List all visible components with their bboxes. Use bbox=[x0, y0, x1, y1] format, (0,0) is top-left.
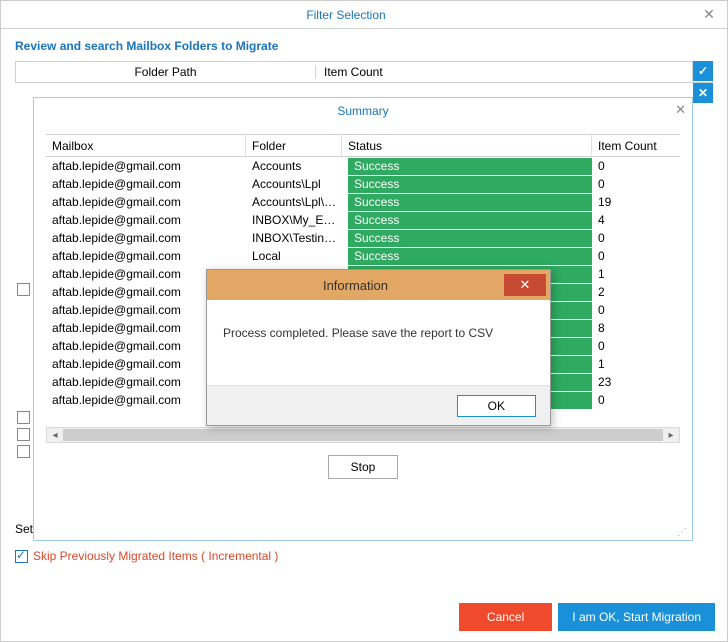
table-row[interactable]: aftab.lepide@gmail.comINBOX\Testing M Suc… bbox=[46, 229, 680, 247]
cell-count: 0 bbox=[592, 339, 680, 353]
resize-grip-icon[interactable]: ⋰ bbox=[677, 530, 688, 536]
table-row[interactable]: aftab.lepide@gmail.comLocal Success0 bbox=[46, 247, 680, 265]
skip-migrated-label: Skip Previously Migrated Items ( Increme… bbox=[33, 549, 278, 563]
scroll-right-icon[interactable]: ▸ bbox=[663, 430, 679, 441]
information-dialog: Information ✕ Process completed. Please … bbox=[206, 269, 551, 426]
cell-folder: INBOX\My_Emails bbox=[246, 213, 342, 227]
info-title: Information bbox=[207, 278, 504, 293]
status-badge: Success bbox=[348, 194, 592, 211]
horizontal-scrollbar[interactable]: ◂ ▸ bbox=[46, 427, 680, 443]
filter-dialog-title: Filter Selection bbox=[1, 8, 691, 22]
status-badge: Success bbox=[348, 248, 592, 265]
cell-folder: Accounts\Lpl\N... bbox=[246, 195, 342, 209]
summary-grid-header: Mailbox Folder Status Item Count bbox=[46, 135, 680, 157]
cell-status: Success bbox=[342, 158, 592, 175]
cell-status: Success bbox=[342, 176, 592, 193]
info-message: Process completed. Please save the repor… bbox=[207, 300, 550, 350]
filter-checkbox[interactable] bbox=[17, 283, 30, 296]
ok-button[interactable]: OK bbox=[457, 395, 536, 417]
table-row[interactable]: aftab.lepide@gmail.comAccounts Success0 bbox=[46, 157, 680, 175]
skip-migrated-checkbox[interactable] bbox=[15, 550, 28, 563]
col-item-count[interactable]: Item Count bbox=[592, 135, 680, 157]
cell-mailbox: aftab.lepide@gmail.com bbox=[46, 249, 246, 263]
table-row[interactable]: aftab.lepide@gmail.comINBOX\My_Emails Suc… bbox=[46, 211, 680, 229]
cell-mailbox: aftab.lepide@gmail.com bbox=[46, 231, 246, 245]
cell-count: 0 bbox=[592, 177, 680, 191]
check-all-button[interactable]: ✓ bbox=[693, 61, 713, 81]
status-badge: Success bbox=[348, 158, 592, 175]
filter-grid-header: Folder Path Item Count ▴ bbox=[15, 61, 713, 83]
cell-status: Success bbox=[342, 212, 592, 229]
table-row[interactable]: aftab.lepide@gmail.comAccounts\Lpl\N... S… bbox=[46, 193, 680, 211]
cell-folder: Accounts bbox=[246, 159, 342, 173]
col-status[interactable]: Status bbox=[342, 135, 592, 157]
filter-checkbox[interactable] bbox=[17, 445, 30, 458]
stop-button[interactable]: Stop bbox=[328, 455, 399, 479]
cell-mailbox: aftab.lepide@gmail.com bbox=[46, 177, 246, 191]
uncheck-all-button[interactable]: ✕ bbox=[693, 83, 713, 103]
col-folder[interactable]: Folder bbox=[246, 135, 342, 157]
cell-mailbox: aftab.lepide@gmail.com bbox=[46, 159, 246, 173]
scroll-left-icon[interactable]: ◂ bbox=[47, 430, 63, 441]
cell-count: 0 bbox=[592, 303, 680, 317]
scrollbar-thumb[interactable] bbox=[63, 429, 663, 441]
status-badge: Success bbox=[348, 212, 592, 229]
filter-subtitle: Review and search Mailbox Folders to Mig… bbox=[1, 29, 727, 61]
cell-count: 0 bbox=[592, 393, 680, 407]
status-badge: Success bbox=[348, 176, 592, 193]
cell-count: 0 bbox=[592, 249, 680, 263]
cell-count: 23 bbox=[592, 375, 680, 389]
cell-status: Success bbox=[342, 248, 592, 265]
cell-status: Success bbox=[342, 194, 592, 211]
col-item-count[interactable]: Item Count bbox=[316, 65, 692, 79]
summary-close-icon[interactable]: ✕ bbox=[675, 102, 686, 118]
info-close-button[interactable]: ✕ bbox=[504, 274, 546, 296]
cell-count: 19 bbox=[592, 195, 680, 209]
cell-folder: Local bbox=[246, 249, 342, 263]
cell-status: Success bbox=[342, 230, 592, 247]
cell-count: 4 bbox=[592, 213, 680, 227]
filter-checkbox[interactable] bbox=[17, 428, 30, 441]
filter-checkbox[interactable] bbox=[17, 411, 30, 424]
cell-count: 0 bbox=[592, 231, 680, 245]
summary-title: Summary bbox=[34, 98, 692, 128]
status-badge: Success bbox=[348, 230, 592, 247]
cell-count: 0 bbox=[592, 159, 680, 173]
cell-folder: Accounts\Lpl bbox=[246, 177, 342, 191]
close-icon[interactable]: ✕ bbox=[691, 6, 727, 23]
col-folder-path[interactable]: Folder Path bbox=[16, 65, 316, 79]
cell-mailbox: aftab.lepide@gmail.com bbox=[46, 213, 246, 227]
table-row[interactable]: aftab.lepide@gmail.comAccounts\Lpl Succes… bbox=[46, 175, 680, 193]
cell-count: 1 bbox=[592, 267, 680, 281]
cancel-button[interactable]: Cancel bbox=[459, 603, 552, 631]
set-label: Set bbox=[15, 522, 33, 536]
cell-folder: INBOX\Testing M bbox=[246, 231, 342, 245]
cell-count: 1 bbox=[592, 357, 680, 371]
cell-count: 2 bbox=[592, 285, 680, 299]
start-migration-button[interactable]: I am OK, Start Migration bbox=[558, 603, 715, 631]
cell-mailbox: aftab.lepide@gmail.com bbox=[46, 195, 246, 209]
col-mailbox[interactable]: Mailbox bbox=[46, 135, 246, 157]
cell-count: 8 bbox=[592, 321, 680, 335]
